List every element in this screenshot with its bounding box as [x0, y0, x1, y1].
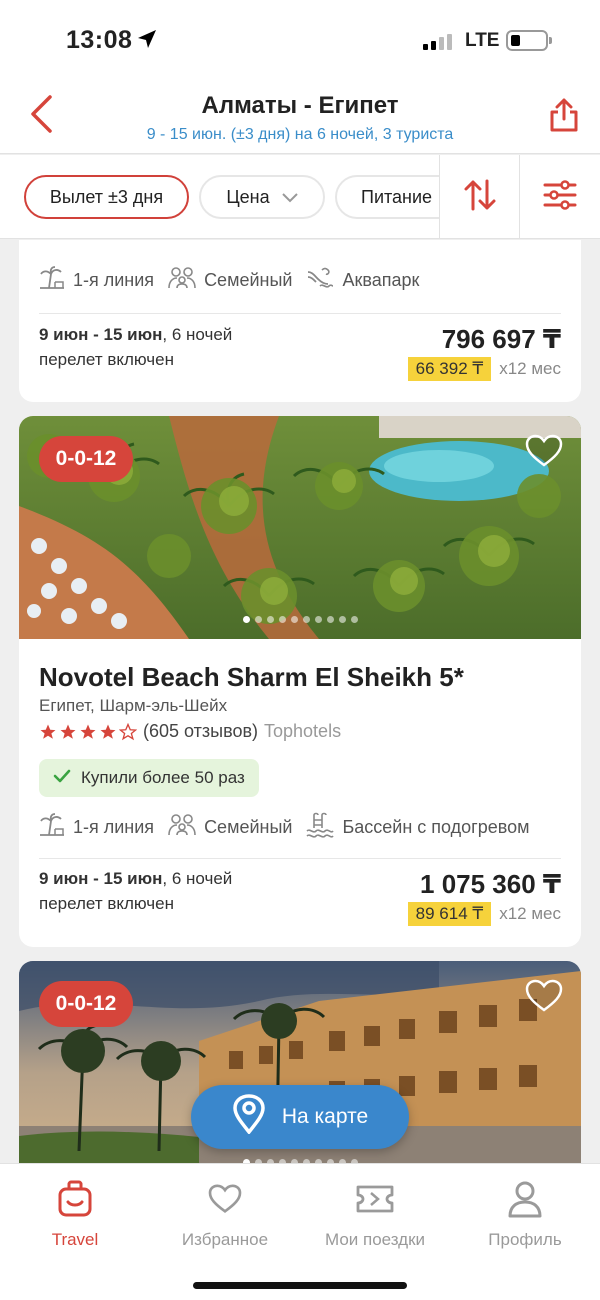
heart-icon	[150, 1176, 300, 1222]
feature-item: Аквапарк	[306, 266, 419, 295]
nights: , 6 ночей	[162, 325, 233, 344]
hotel-card[interactable]: 0-0-12 Novotel Beach Sharm El Sheikh 5* …	[19, 416, 581, 947]
tab-favorites[interactable]: Избранное	[150, 1176, 300, 1250]
months-count: x12 мес	[499, 359, 561, 378]
ticket-icon	[300, 1176, 450, 1222]
chevron-down-icon	[281, 187, 298, 208]
check-icon	[53, 768, 71, 788]
feature-item: 1-я линия	[39, 266, 154, 295]
installment-price: 66 392 ₸ x12 мес	[407, 357, 561, 381]
purchased-text: Купили более 50 раз	[81, 768, 245, 787]
hotel-features: 1-я линия Семейный Аквапарк	[39, 266, 433, 295]
location-arrow-icon	[137, 29, 157, 54]
user-icon	[450, 1176, 600, 1222]
feature-label: Семейный	[204, 270, 293, 290]
monthly-amount: 66 392 ₸	[407, 357, 492, 381]
feature-label: Аквапарк	[342, 270, 420, 290]
feature-label: 1-я линия	[73, 817, 155, 837]
nights: , 6 ночей	[162, 869, 233, 888]
hotel-features: 1-я линия Семейный Бассейн с подогревом	[39, 812, 544, 843]
hotel-name[interactable]: Novotel Beach Sharm El Sheikh 5*	[39, 662, 464, 693]
feature-item: Бассейн с подогревом	[306, 812, 530, 843]
family-icon	[168, 266, 204, 295]
filters-button[interactable]	[519, 155, 600, 238]
date-range: 9 июн - 15 июн	[39, 325, 163, 344]
chip-label: Вылет ±3 дня	[49, 186, 164, 207]
home-indicator[interactable]	[193, 1282, 407, 1289]
divider	[39, 313, 561, 314]
status-bar: 13:08 LTE	[0, 0, 600, 78]
star-icon	[80, 724, 96, 739]
network-type: LTE	[465, 30, 500, 51]
beach-palm-icon	[39, 266, 73, 295]
hotel-card[interactable]: 1-я линия Семейный Аквапарк 9 июн - 15 и…	[19, 240, 581, 402]
tab-travel[interactable]: Travel	[0, 1176, 150, 1250]
feature-item: Семейный	[168, 813, 292, 842]
chip-label: Питание	[361, 186, 433, 207]
trip-dates: 9 июн - 15 июн, 6 ночей перелет включен	[39, 866, 232, 916]
top-nav: Алматы - Египет 9 - 15 июн. (±3 дня) на …	[0, 78, 600, 154]
tour-price: 1 075 360 ₸	[420, 869, 561, 899]
heart-icon[interactable]	[525, 979, 563, 1018]
heated-pool-icon	[306, 812, 342, 843]
hotel-location: Египет, Шарм-эль-Шейх	[39, 696, 228, 715]
map-pin-icon	[232, 1094, 282, 1140]
filter-chip-departure[interactable]: Вылет ±3 дня	[24, 175, 189, 219]
tab-label: Избранное	[181, 1230, 269, 1249]
divider	[39, 858, 561, 859]
date-range: 9 июн - 15 июн	[39, 869, 163, 888]
tour-price: 796 697 ₸	[441, 324, 561, 354]
chip-label: Цена	[226, 186, 270, 207]
flight-note: перелет включен	[39, 894, 174, 913]
sort-button[interactable]	[439, 155, 519, 238]
star-rating	[39, 722, 137, 741]
hotel-rating: (605 отзывов) Tophotels	[39, 721, 341, 742]
months-count: x12 мес	[499, 904, 561, 923]
sort-arrows-icon	[463, 178, 497, 217]
star-outline-icon	[119, 722, 137, 740]
installment-badge: 0-0-12	[39, 981, 133, 1027]
flight-note: перелет включен	[39, 350, 174, 369]
beach-palm-icon	[39, 813, 73, 842]
hotel-photo[interactable]: 0-0-12	[19, 416, 581, 639]
tab-label: Мои поездки	[324, 1230, 426, 1249]
battery-icon	[506, 30, 552, 51]
suitcase-icon	[0, 1176, 150, 1222]
purchased-badge: Купили более 50 раз	[39, 759, 259, 797]
feature-item: Семейный	[168, 266, 292, 295]
star-icon	[100, 724, 116, 739]
feature-item: 1-я линия	[39, 813, 154, 842]
filter-bar: Вылет ±3 дня Цена Питание	[0, 155, 600, 239]
carousel-dots	[19, 616, 581, 623]
tab-profile[interactable]: Профиль	[450, 1176, 600, 1250]
search-summary[interactable]: 9 - 15 июн. (±3 дня) на 6 ночей, 3 турис…	[0, 126, 600, 144]
heart-icon[interactable]	[525, 434, 563, 473]
tab-label: Travel	[51, 1230, 99, 1249]
map-button-label: На карте	[281, 1105, 369, 1128]
sliders-icon	[543, 179, 577, 215]
tab-my-trips[interactable]: Мои поездки	[300, 1176, 450, 1250]
page-title: Алматы - Египет	[201, 92, 399, 119]
review-count[interactable]: (605 отзывов)	[143, 721, 258, 742]
share-icon[interactable]	[548, 98, 580, 137]
filter-chip-price[interactable]: Цена	[199, 175, 325, 219]
star-icon	[40, 724, 56, 739]
trip-dates: 9 июн - 15 июн, 6 ночей перелет включен	[39, 322, 232, 372]
waterpark-icon	[306, 266, 342, 295]
bottom-tab-bar: Travel Избранное Мои поездки Профиль	[0, 1163, 600, 1300]
results-list[interactable]: 1-я линия Семейный Аквапарк 9 июн - 15 и…	[0, 240, 600, 1163]
installment-price: 89 614 ₸ x12 мес	[407, 902, 561, 926]
monthly-amount: 89 614 ₸	[407, 902, 492, 926]
tab-label: Профиль	[488, 1230, 562, 1249]
feature-label: Бассейн с подогревом	[342, 817, 530, 837]
review-source: Tophotels	[264, 721, 342, 741]
installment-badge: 0-0-12	[39, 436, 133, 482]
family-icon	[168, 813, 204, 842]
signal-icon	[423, 34, 455, 55]
feature-label: 1-я линия	[73, 270, 155, 290]
feature-label: Семейный	[204, 817, 293, 837]
status-time: 13:08	[66, 26, 133, 54]
show-on-map-button[interactable]: На карте	[191, 1085, 409, 1149]
star-icon	[60, 724, 76, 739]
